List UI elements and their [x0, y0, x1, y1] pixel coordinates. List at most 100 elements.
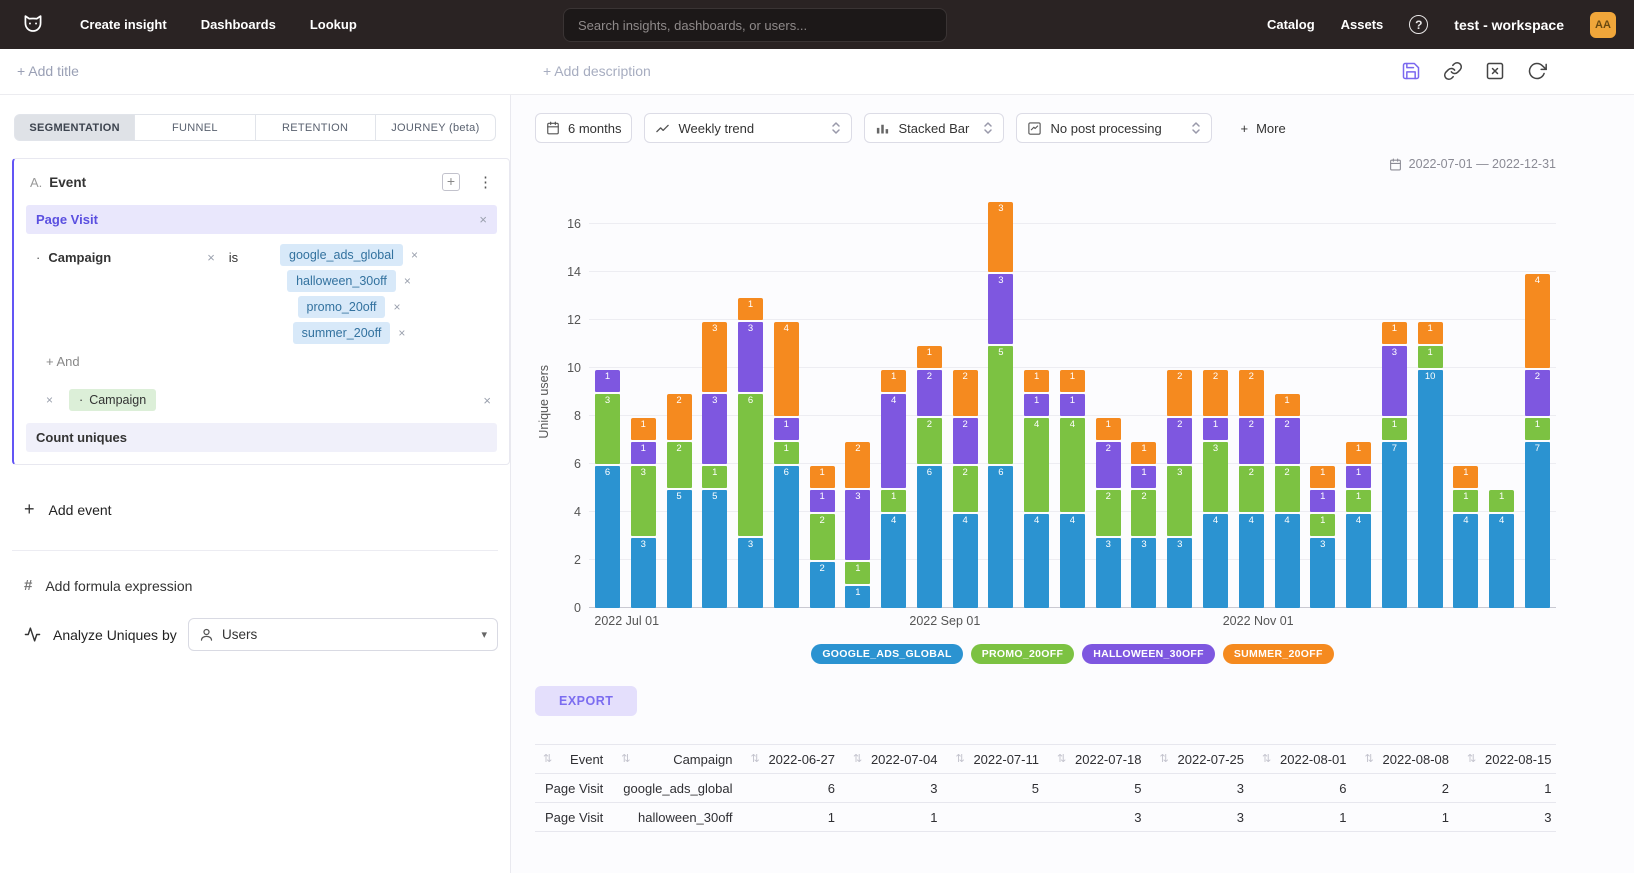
sort-icon[interactable]: ⇅ [1467, 752, 1476, 765]
bar-segment-google_ads_global[interactable]: 3 [631, 538, 656, 608]
bar-segment-google_ads_global[interactable]: 4 [1203, 514, 1228, 608]
bar-segment-halloween_30off[interactable]: 1 [595, 370, 620, 392]
bar-segment-halloween_30off[interactable]: 3 [988, 274, 1013, 344]
more-options-button[interactable]: + More [1240, 121, 1285, 136]
bar[interactable]: 7131 [1382, 195, 1407, 608]
post-processing-select[interactable]: No post processing [1016, 113, 1212, 143]
bar-segment-summer_20off[interactable]: 1 [1310, 466, 1335, 488]
sort-icon[interactable]: ⇅ [543, 752, 552, 765]
bar-segment-halloween_30off[interactable]: 2 [917, 370, 942, 416]
bar-segment-promo_20off[interactable]: 2 [1239, 466, 1264, 512]
tab-retention[interactable]: RETENTION [256, 114, 376, 141]
nav-link-assets[interactable]: Assets [1341, 17, 1384, 32]
bar-segment-promo_20off[interactable]: 5 [988, 346, 1013, 464]
bar[interactable]: 41 [1489, 195, 1514, 608]
bar-segment-promo_20off[interactable]: 1 [774, 442, 799, 464]
bar[interactable]: 522 [667, 195, 692, 608]
bar-segment-halloween_30off[interactable]: 1 [1131, 466, 1156, 488]
bar[interactable]: 3322 [1167, 195, 1192, 608]
legend-item[interactable]: PROMO_20OFF [971, 644, 1074, 664]
bar[interactable]: 411 [1453, 195, 1478, 608]
bar[interactable]: 4411 [1024, 195, 1049, 608]
bar-segment-summer_20off[interactable]: 1 [1131, 442, 1156, 464]
selected-event-row[interactable]: Page Visit × [26, 205, 497, 234]
avatar[interactable]: AA [1590, 12, 1616, 38]
remove-value-icon[interactable]: × [398, 326, 405, 340]
bar-segment-summer_20off[interactable]: 1 [1024, 370, 1049, 392]
bar-segment-promo_20off[interactable]: 2 [917, 418, 942, 464]
bar-segment-promo_20off[interactable]: 4 [1024, 418, 1049, 512]
bar-segment-summer_20off[interactable]: 2 [1203, 370, 1228, 416]
table-header[interactable]: ⇅2022-07-18 [1049, 745, 1152, 774]
bar-segment-summer_20off[interactable]: 1 [810, 466, 835, 488]
bar-segment-summer_20off[interactable]: 1 [1418, 322, 1443, 344]
bar-segment-promo_20off[interactable]: 3 [1203, 442, 1228, 512]
bar-segment-google_ads_global[interactable]: 3 [1131, 538, 1156, 608]
trend-select[interactable]: Weekly trend [644, 113, 852, 143]
bar-segment-halloween_30off[interactable]: 3 [1382, 346, 1407, 416]
copy-link-button[interactable] [1442, 60, 1464, 82]
bar-segment-halloween_30off[interactable]: 1 [1024, 394, 1049, 416]
bar-segment-google_ads_global[interactable]: 3 [1096, 538, 1121, 608]
bar-segment-google_ads_global[interactable]: 4 [881, 514, 906, 608]
sort-icon[interactable]: ⇅ [621, 752, 630, 765]
bar-segment-halloween_30off[interactable]: 2 [953, 418, 978, 464]
bar-segment-google_ads_global[interactable]: 4 [1489, 514, 1514, 608]
bar-segment-summer_20off[interactable]: 2 [953, 370, 978, 416]
tab-segmentation[interactable]: SEGMENTATION [14, 114, 135, 141]
remove-value-icon[interactable]: × [411, 248, 418, 262]
bar-segment-halloween_30off[interactable]: 1 [1346, 466, 1371, 488]
bar[interactable]: 3111 [1310, 195, 1335, 608]
bar-segment-halloween_30off[interactable]: 1 [1203, 418, 1228, 440]
remove-value-icon[interactable]: × [404, 274, 411, 288]
bar[interactable]: 3311 [631, 195, 656, 608]
bar-segment-summer_20off[interactable]: 4 [774, 322, 799, 416]
bar-segment-summer_20off[interactable]: 2 [1239, 370, 1264, 416]
bar-segment-google_ads_global[interactable]: 1 [845, 586, 870, 608]
add-title-field[interactable]: + Add title [17, 63, 79, 79]
bar-segment-halloween_30off[interactable]: 2 [1096, 442, 1121, 488]
bar[interactable]: 5133 [702, 195, 727, 608]
bar-segment-google_ads_global[interactable]: 4 [1275, 514, 1300, 608]
bar-segment-google_ads_global[interactable]: 3 [1310, 538, 1335, 608]
bar-segment-summer_20off[interactable]: 2 [667, 394, 692, 440]
bar-segment-promo_20off[interactable]: 6 [738, 394, 763, 536]
bar-segment-summer_20off[interactable]: 1 [738, 298, 763, 320]
bar[interactable]: 2211 [810, 195, 835, 608]
table-header[interactable]: ⇅Campaign [613, 745, 742, 774]
bar[interactable]: 4312 [1203, 195, 1228, 608]
table-header[interactable]: ⇅2022-07-04 [845, 745, 948, 774]
date-range-button[interactable]: 6 months [535, 113, 632, 143]
bar-segment-halloween_30off[interactable]: 3 [702, 394, 727, 464]
table-header[interactable]: ⇅2022-06-27 [742, 745, 845, 774]
bar-segment-google_ads_global[interactable]: 3 [1167, 538, 1192, 608]
bar[interactable]: 3631 [738, 195, 763, 608]
second-filter-property-pill[interactable]: · Campaign [69, 389, 156, 411]
bar[interactable]: 7124 [1525, 195, 1550, 608]
bar-segment-summer_20off[interactable]: 1 [1346, 442, 1371, 464]
save-button[interactable] [1400, 60, 1422, 82]
sort-icon[interactable]: ⇅ [750, 752, 759, 765]
sort-icon[interactable]: ⇅ [1160, 752, 1169, 765]
app-logo-cat-icon[interactable] [20, 12, 46, 38]
remove-filter-icon[interactable]: × [207, 250, 215, 265]
bar[interactable]: 3221 [1096, 195, 1121, 608]
bar-segment-promo_20off[interactable]: 1 [1346, 490, 1371, 512]
bar-segment-promo_20off[interactable]: 2 [953, 466, 978, 512]
filter-operator[interactable]: is [229, 250, 238, 265]
bar-segment-halloween_30off[interactable]: 1 [631, 442, 656, 464]
bar-segment-google_ads_global[interactable]: 4 [1346, 514, 1371, 608]
bar-segment-promo_20off[interactable]: 1 [1489, 490, 1514, 512]
bar-segment-google_ads_global[interactable]: 10 [1418, 370, 1443, 608]
sort-icon[interactable]: ⇅ [1365, 752, 1374, 765]
bar-segment-halloween_30off[interactable]: 2 [1239, 418, 1264, 464]
remove-second-filter-icon[interactable]: × [46, 393, 53, 407]
bar-segment-google_ads_global[interactable]: 2 [810, 562, 835, 608]
help-icon[interactable]: ? [1409, 15, 1428, 34]
event-name[interactable]: Page Visit [36, 212, 98, 227]
chart-type-select[interactable]: Stacked Bar [864, 113, 1004, 143]
filter-value-pill[interactable]: google_ads_global [280, 244, 403, 266]
bar-segment-promo_20off[interactable]: 1 [1453, 490, 1478, 512]
aggregation-row[interactable]: Count uniques [26, 423, 497, 452]
bar-segment-promo_20off[interactable]: 3 [631, 466, 656, 536]
